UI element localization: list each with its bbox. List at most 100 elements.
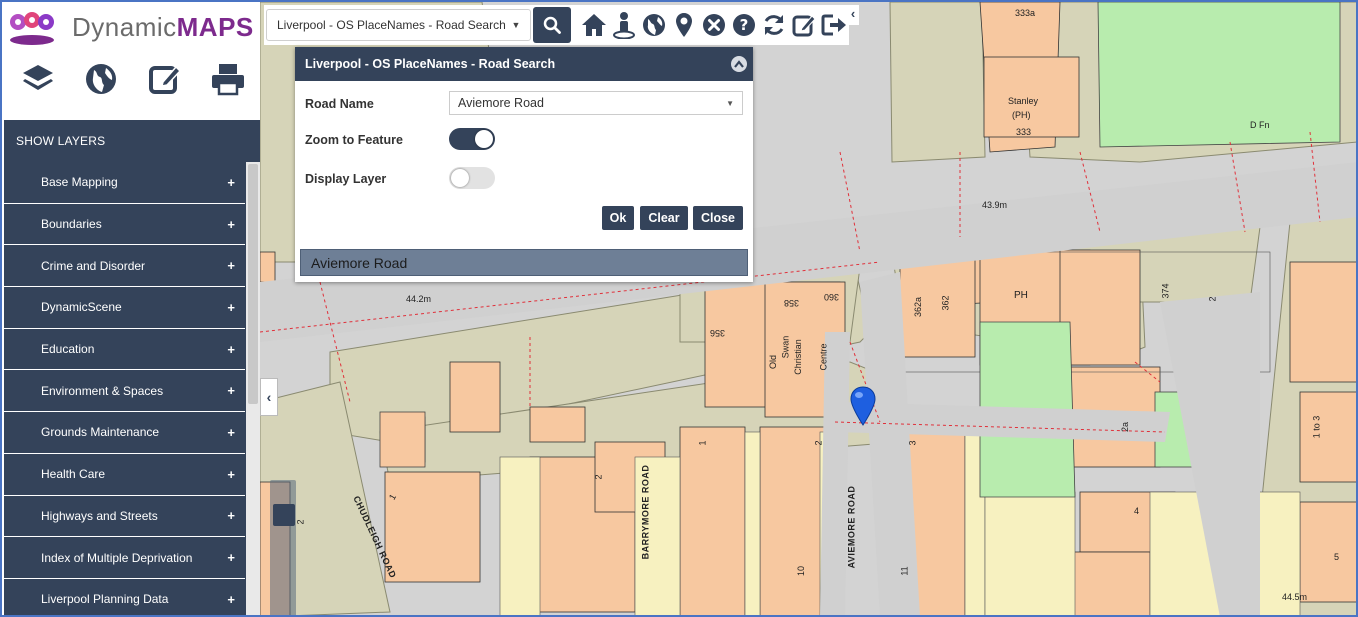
top-toolbar: Liverpool - OS PlaceNames - Road Search … xyxy=(264,5,849,45)
expand-icon[interactable]: + xyxy=(227,592,235,607)
sign-out-icon[interactable] xyxy=(819,7,849,43)
map-label-2b: 2 xyxy=(593,474,604,480)
map-label-333: 333 xyxy=(1016,127,1032,137)
expand-icon[interactable]: + xyxy=(227,467,235,482)
layer-item-crime-and-disorder[interactable]: Crime and Disorder + xyxy=(4,245,245,288)
home-icon[interactable] xyxy=(579,7,609,43)
map-label-2: 2 xyxy=(1207,296,1218,302)
print-icon[interactable] xyxy=(208,59,248,99)
person-pin-icon[interactable] xyxy=(609,7,639,43)
map-pin-icon[interactable] xyxy=(850,386,876,431)
toggle-knob xyxy=(475,130,493,148)
toggle-knob xyxy=(451,169,469,187)
expand-icon[interactable]: + xyxy=(227,300,235,315)
layer-list: Base Mapping + Boundaries + Crime and Diso… xyxy=(4,162,260,615)
chevron-left-icon[interactable]: ‹ xyxy=(847,5,859,25)
map-label-dfn: D Fn xyxy=(1250,120,1270,130)
collapse-sidebar-button[interactable]: ‹ xyxy=(260,378,278,416)
logo-mark-icon xyxy=(8,10,56,45)
expand-icon[interactable]: + xyxy=(227,508,235,523)
show-layers-header[interactable]: SHOW LAYERS xyxy=(4,120,260,162)
expand-icon[interactable]: + xyxy=(227,383,235,398)
sidebar-toolbar xyxy=(18,59,248,99)
layer-item-index-of-multiple-deprivation[interactable]: Index of Multiple Deprivation + xyxy=(4,537,245,579)
search-result-item[interactable]: Aviemore Road xyxy=(300,249,748,276)
layer-item-grounds-maintenance[interactable]: Grounds Maintenance + xyxy=(4,412,245,454)
map-label-1b: 1 xyxy=(697,440,708,446)
help-icon[interactable]: ? xyxy=(729,7,759,43)
map-label-ph: (PH) xyxy=(1012,110,1031,120)
map-label-44-5m: 44.5m xyxy=(1282,592,1308,602)
map-label-stanley: Stanley xyxy=(1008,96,1039,106)
map-label-1-to-3: 1 to 3 xyxy=(1311,415,1322,439)
map-label-333a: 333a xyxy=(1015,8,1036,18)
layer-item-liverpool-planning-data[interactable]: Liverpool Planning Data + xyxy=(4,579,245,615)
caret-down-icon: ▼ xyxy=(511,20,521,30)
close-circle-icon[interactable] xyxy=(699,7,729,43)
clear-button[interactable]: Clear xyxy=(640,206,688,230)
map-label-old: Old xyxy=(768,354,779,370)
zoom-to-feature-toggle[interactable] xyxy=(449,128,495,150)
map-label-44-2m: 44.2m xyxy=(406,294,432,304)
map-label-5: 5 xyxy=(1334,552,1340,562)
expand-icon[interactable]: + xyxy=(227,258,235,273)
svg-text:?: ? xyxy=(740,16,749,34)
zoom-slider-track[interactable] xyxy=(270,480,296,615)
map-label-358: 358 xyxy=(784,298,800,308)
map-label-10: 10 xyxy=(796,565,807,577)
map-marker-icon[interactable] xyxy=(669,7,699,43)
layers-icon[interactable] xyxy=(18,59,58,99)
map-label-4: 4 xyxy=(1134,506,1140,516)
search-button[interactable] xyxy=(533,7,571,43)
top-icon-bar: ? xyxy=(579,7,849,43)
expand-icon[interactable]: + xyxy=(227,425,235,440)
road-name-label: Road Name xyxy=(305,97,374,111)
map-label-2c: 2 xyxy=(813,440,824,446)
map-label-362a: 362a xyxy=(913,296,924,318)
app-window: 333a Stanley (PH) 333 D Fn 43.9m 44.2m 4… xyxy=(0,0,1358,617)
map-label-360: 360 xyxy=(824,292,840,302)
edit-icon[interactable] xyxy=(789,7,819,43)
layer-item-health-care[interactable]: Health Care + xyxy=(4,454,245,496)
zoom-slider-handle[interactable] xyxy=(273,504,295,526)
layer-item-education[interactable]: Education + xyxy=(4,329,245,371)
caret-down-icon: ▼ xyxy=(726,98,734,108)
layer-item-boundaries[interactable]: Boundaries + xyxy=(4,204,245,246)
expand-icon[interactable]: + xyxy=(227,175,235,190)
map-label-374: 374 xyxy=(1160,283,1171,299)
road-label-aviemore: AVIEMORE ROAD xyxy=(846,485,857,569)
search-layer-select[interactable]: Liverpool - OS PlaceNames - Road Search … xyxy=(266,9,532,41)
expand-icon[interactable]: + xyxy=(227,217,235,232)
scrollbar-thumb[interactable] xyxy=(248,164,258,404)
road-search-panel: Liverpool - OS PlaceNames - Road Search … xyxy=(295,47,753,282)
layer-item-environment-spaces[interactable]: Environment & Spaces + xyxy=(4,370,245,413)
ok-button[interactable]: Ok xyxy=(602,206,634,230)
map-label-ph2: PH xyxy=(1014,290,1028,301)
refresh-icon[interactable] xyxy=(759,7,789,43)
close-button[interactable]: Close xyxy=(693,206,743,230)
edit-icon[interactable] xyxy=(145,59,185,99)
zoom-to-feature-label: Zoom to Feature xyxy=(305,133,403,147)
app-logo: DynamicMAPS xyxy=(8,8,254,46)
globe-icon[interactable] xyxy=(81,59,121,99)
map-label-362: 362 xyxy=(940,295,951,311)
layer-item-dynamicscene[interactable]: DynamicScene + xyxy=(4,287,245,329)
map-label-centre: Centre xyxy=(818,343,829,371)
brand-name: DynamicMAPS xyxy=(72,11,254,42)
display-layer-toggle[interactable] xyxy=(449,167,495,189)
globe-icon[interactable] xyxy=(639,7,669,43)
sidebar: DynamicMAPS SHOW LAYERS Base Mapping + Bo… xyxy=(4,4,260,615)
sidebar-scrollbar[interactable] xyxy=(246,162,260,615)
road-name-select[interactable]: Aviemore Road ▼ xyxy=(449,91,743,115)
map-label-2a: 2a xyxy=(1120,421,1131,433)
search-icon xyxy=(543,16,562,34)
map-label-356: 356 xyxy=(710,328,726,338)
display-layer-label: Display Layer xyxy=(305,172,387,186)
layer-item-base-mapping[interactable]: Base Mapping + xyxy=(4,162,245,204)
chevron-up-icon[interactable] xyxy=(731,56,747,72)
expand-icon[interactable]: + xyxy=(227,342,235,357)
expand-icon[interactable]: + xyxy=(227,550,235,565)
layer-item-highways-and-streets[interactable]: Highways and Streets + xyxy=(4,496,245,538)
road-label-barrymore: BARRYMORE ROAD xyxy=(640,464,651,560)
map-label-43-9m: 43.9m xyxy=(982,200,1008,210)
